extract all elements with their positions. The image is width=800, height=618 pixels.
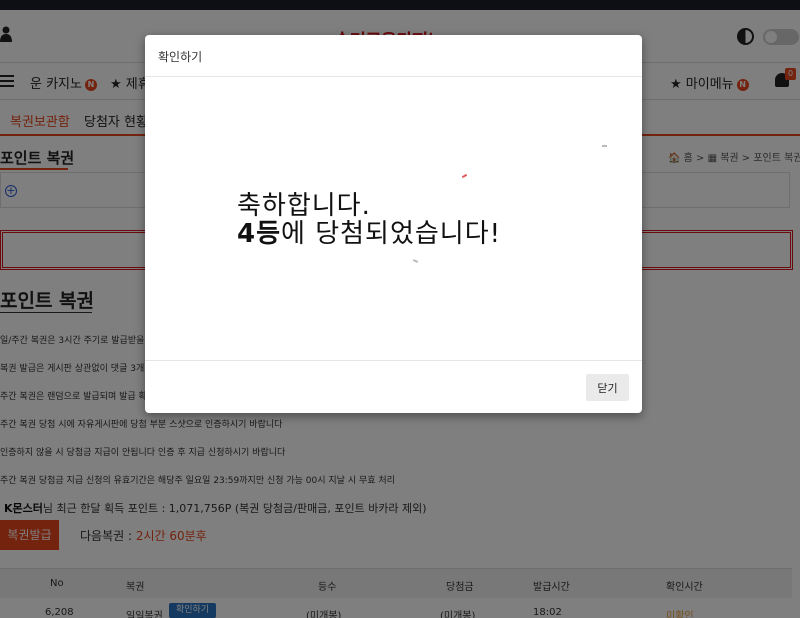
winning-rank: 4등 bbox=[237, 219, 282, 249]
congrats-line-2: 4등에 당첨되었습니다! bbox=[237, 213, 501, 250]
modal-title: 확인하기 bbox=[158, 50, 203, 64]
modal-header: 확인하기 bbox=[145, 35, 642, 77]
close-button[interactable]: 닫기 bbox=[586, 374, 629, 401]
confetti-piece bbox=[412, 259, 419, 263]
confetti-piece bbox=[461, 173, 468, 179]
congrats-line-2-text: 에 당첨되었습니다! bbox=[281, 219, 502, 249]
modal-footer: 닫기 bbox=[145, 360, 642, 413]
modal-body: 축하합니다. 4등에 당첨되었습니다! bbox=[145, 77, 642, 360]
result-modal: 확인하기 축하합니다. 4등에 당첨되었습니다! 닫기 bbox=[145, 35, 642, 413]
confetti-piece bbox=[602, 145, 607, 147]
